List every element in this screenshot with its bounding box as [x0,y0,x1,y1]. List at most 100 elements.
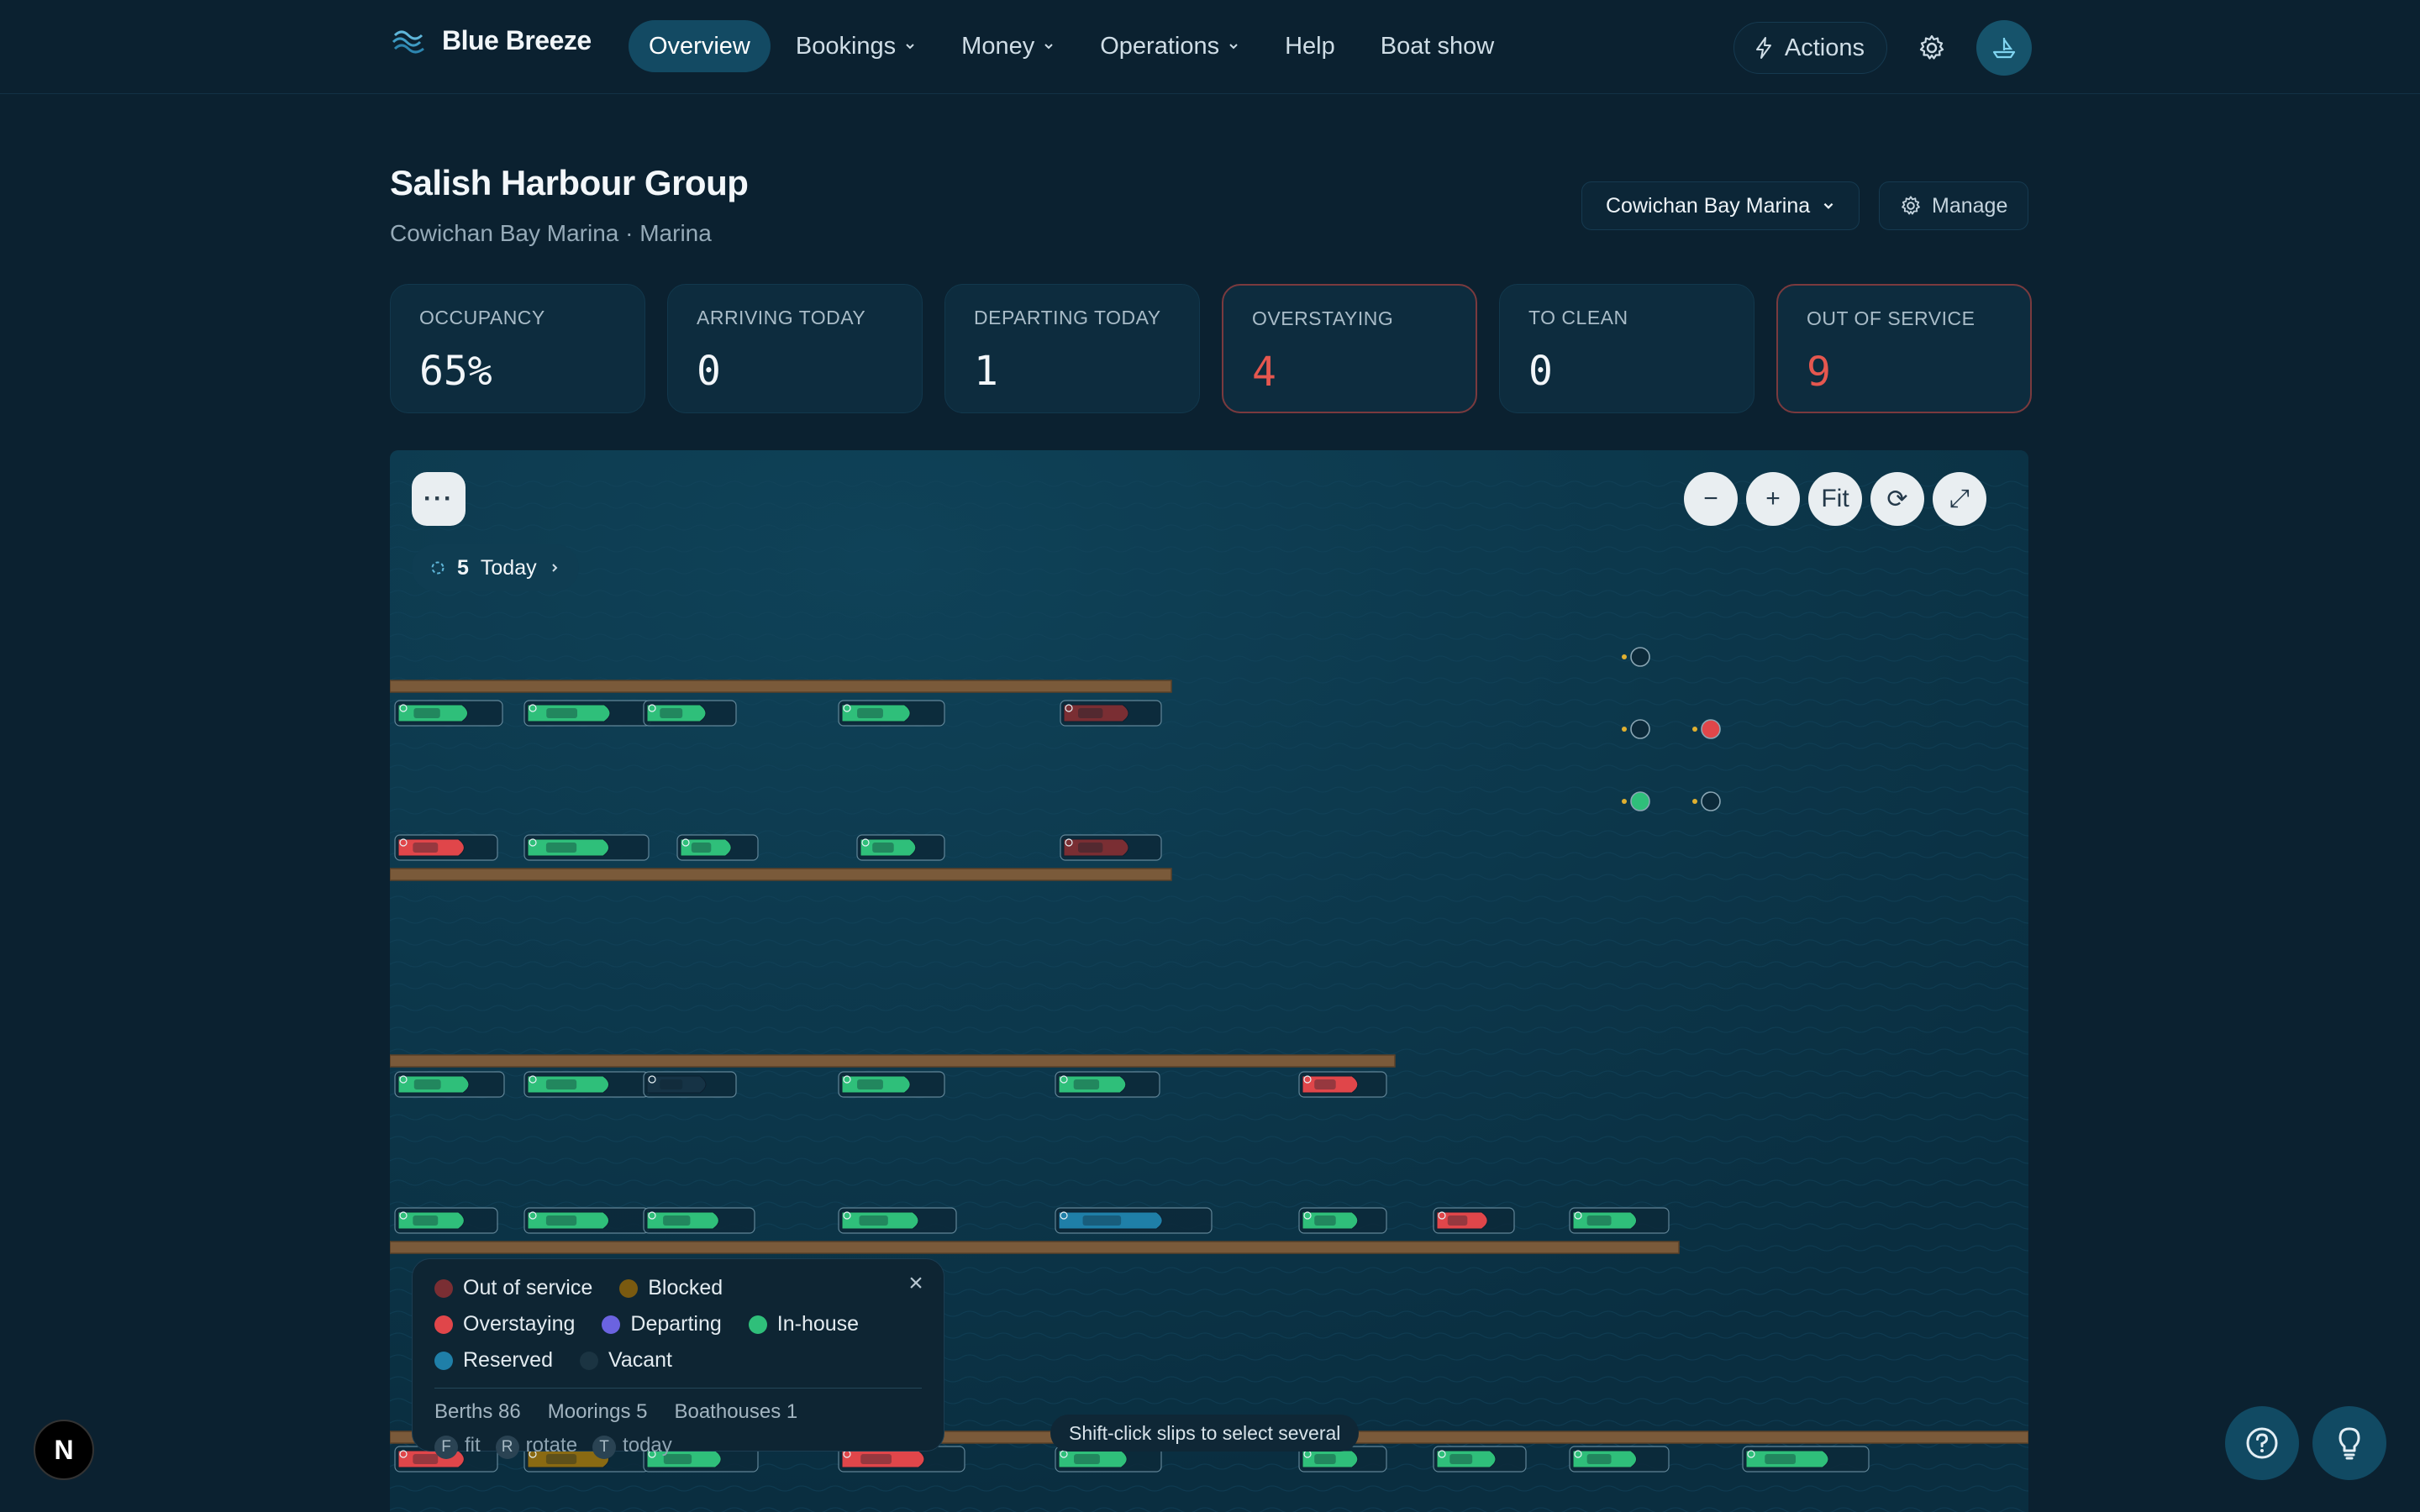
chevron-down-icon [1823,202,1833,209]
boat-cabin [413,843,439,853]
boat-cabin [413,1079,441,1089]
boat-cabin [1078,843,1103,853]
status-dot [580,1351,598,1370]
fullscreen-button[interactable]: ⤢ [1933,472,1986,526]
nav-boat-show-label: Boat show [1380,32,1495,60]
stat-value: 65% [419,348,492,395]
close-icon[interactable]: × [903,1271,929,1296]
map-more-button[interactable]: ··· [412,472,466,526]
legend-vacant: Vacant [580,1348,672,1373]
stat-value: 4 [1252,349,1276,396]
stat-to-clean[interactable]: TO CLEAN 0 [1499,284,1754,413]
shortcut-label: rotate [525,1434,578,1457]
nav-help-label: Help [1285,32,1335,60]
shortcut-fit: Ffit [434,1434,481,1459]
stat-label: OUT OF SERVICE [1807,307,1975,329]
boat-cabin [545,1215,577,1226]
count-boathouses: Boathouses 1 [674,1400,798,1423]
count-berths: Berths 86 [434,1400,521,1423]
nav-operations-label: Operations [1100,32,1220,60]
boat-cabin [545,1079,577,1089]
boat-cabin [857,708,883,718]
legend-departing: Departing [602,1312,722,1336]
boat-cabin [546,708,577,718]
tips-button[interactable] [2312,1406,2386,1480]
page-title: Salish Harbour Group [390,163,749,202]
today-chip[interactable]: 5 Today [412,544,579,591]
lightbulb-icon [2338,1427,2360,1460]
status-dot [619,1278,639,1298]
nav-overview[interactable]: Overview [629,20,771,72]
nav-overview-label: Overview [649,32,750,60]
manage-label: Manage [1932,193,2008,218]
stat-value: 0 [697,348,721,395]
brand[interactable]: Blue Breeze [390,24,592,57]
stat-departing-today[interactable]: DEPARTING TODAY 1 [944,284,1200,413]
stat-overstaying[interactable]: OVERSTAYING 4 [1222,284,1477,413]
legend-divider [434,1388,922,1389]
stat-out-of-service[interactable]: OUT OF SERVICE 9 [1776,284,2032,413]
main-nav: Overview Bookings Money Operations Help … [629,20,1519,72]
stat-occupancy[interactable]: OCCUPANCY 65% [390,284,645,413]
map-legend: × Out of service Blocked Overstaying Dep… [412,1258,944,1459]
mooring-buoy [1630,719,1650,739]
boat-cabin [1078,708,1103,718]
marina-select[interactable]: Cowichan Bay Marina [1581,181,1860,230]
boat-cabin [1586,1454,1612,1464]
shortcut-today: Ttoday [592,1434,672,1459]
nav-right: Actions [1733,20,2032,76]
user-avatar[interactable] [1976,20,2032,76]
page-subtitle: Cowichan Bay Marina · Marina [390,220,712,246]
boat-cabin [859,1215,888,1226]
nav-operations[interactable]: Operations [1080,20,1260,72]
status-dot [748,1315,767,1334]
boat-cabin [857,1079,883,1089]
boat-cabin [1586,1215,1612,1226]
kbd-key: F [434,1436,458,1459]
marina-map[interactable]: ··· − + Fit ⟳ ⤢ 5 Today × Out of service… [390,450,2028,1512]
mooring-anchor [1692,727,1697,732]
actions-button[interactable]: Actions [1733,22,1887,74]
mooring-buoy [1701,719,1721,739]
shortcut-rotate: Rrotate [495,1434,578,1459]
zoom-out-button[interactable]: − [1684,472,1738,526]
nav-boat-show[interactable]: Boat show [1360,20,1514,72]
legend-label: Vacant [608,1348,672,1372]
dock [390,1054,1396,1068]
today-label: Today [480,555,537,580]
stat-value: 1 [974,348,998,395]
nav-bookings[interactable]: Bookings [776,20,936,72]
boat-cabin [413,708,440,718]
rotate-button[interactable]: ⟳ [1870,472,1924,526]
shortcut-label: fit [465,1434,481,1457]
marina-select-value: Cowichan Bay Marina [1606,193,1811,218]
legend-label: Blocked [648,1276,723,1299]
dock [390,868,1172,881]
dev-badge[interactable]: N [34,1420,94,1480]
shortcut-label: today [623,1434,672,1457]
mooring-buoy [1701,791,1721,811]
boat-cabin [872,843,894,853]
boat-icon [1992,38,2016,59]
help-button[interactable] [2225,1406,2299,1480]
stat-arriving-today[interactable]: ARRIVING TODAY 0 [667,284,923,413]
keyboard-shortcuts: Ffit Rrotate Ttoday [434,1434,922,1459]
boat-cabin [660,708,683,718]
boat-cabin [1314,1215,1336,1226]
mooring-buoy [1630,791,1650,811]
fit-button[interactable]: Fit [1808,472,1862,526]
mooring-anchor [1622,799,1627,804]
nav-help[interactable]: Help [1265,20,1355,72]
boat-cabin [1765,1454,1796,1464]
boat-cabin [1314,1454,1336,1464]
zoom-in-button[interactable]: + [1746,472,1800,526]
mooring-buoy [1630,647,1650,667]
legend-label: Departing [630,1312,722,1336]
boat-cabin [545,843,577,853]
boat-cabin [1073,1079,1100,1089]
stat-label: OVERSTAYING [1252,307,1394,329]
nav-money[interactable]: Money [941,20,1075,72]
manage-button[interactable]: Manage [1879,181,2029,230]
legend-out-of-service: Out of service [434,1276,592,1300]
settings-button[interactable] [1906,22,1958,74]
